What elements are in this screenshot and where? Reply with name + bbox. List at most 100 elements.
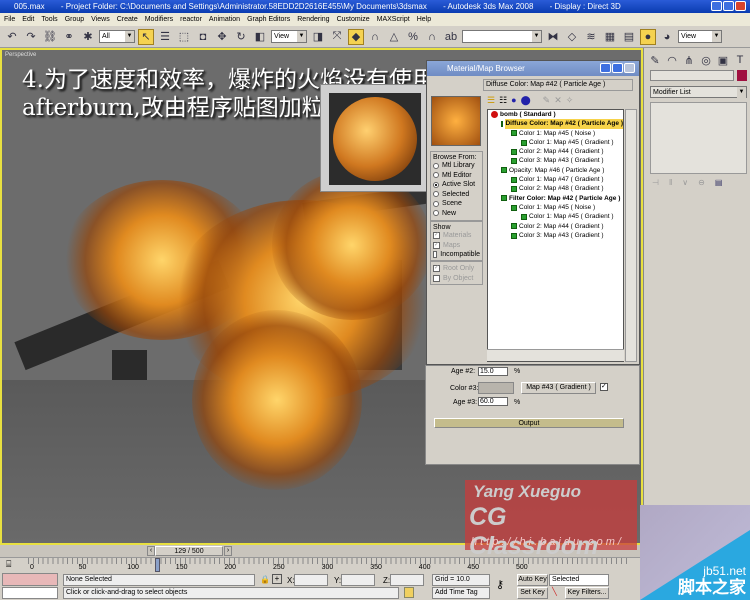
menu-customize[interactable]: Customize bbox=[337, 13, 370, 26]
view-list-icons-icon[interactable]: ☷ bbox=[499, 95, 507, 106]
tree-item[interactable]: Color 1: Map #45 ( Gradient ) bbox=[488, 138, 623, 147]
ref-coord-dropdown[interactable]: View bbox=[271, 30, 307, 43]
tree-item[interactable]: Color 3: Map #43 ( Gradient ) bbox=[488, 231, 623, 240]
large-icons-icon[interactable]: ⬤ bbox=[521, 95, 531, 106]
minimize-button[interactable] bbox=[711, 1, 722, 11]
menu-help[interactable]: Help bbox=[417, 13, 431, 26]
select-by-name-icon[interactable]: ☰ bbox=[157, 29, 173, 45]
menu-group[interactable]: Group bbox=[65, 13, 84, 26]
pivot-icon[interactable]: ◨ bbox=[310, 29, 326, 45]
z-coordinate-field[interactable] bbox=[390, 574, 424, 586]
checkbox[interactable]: By Object bbox=[433, 274, 480, 284]
add-time-tag[interactable]: Add Time Tag bbox=[432, 587, 490, 599]
radio-icon[interactable] bbox=[433, 191, 439, 198]
checkbox-icon[interactable]: ✓ bbox=[433, 265, 440, 273]
menu-graph-editors[interactable]: Graph Editors bbox=[247, 13, 290, 26]
tree-horizontal-scrollbar[interactable] bbox=[487, 349, 624, 361]
spinner-snap-icon[interactable]: ∩ bbox=[424, 29, 440, 45]
menu-animation[interactable]: Animation bbox=[209, 13, 240, 26]
map3-enable-checkbox[interactable]: ✓ bbox=[600, 383, 608, 391]
checkbox[interactable]: ✓ Root Only bbox=[433, 264, 480, 274]
prev-frame-button[interactable]: ‹ bbox=[147, 546, 155, 556]
tree-item[interactable]: Color 1: Map #45 ( Gradient ) bbox=[488, 212, 623, 221]
rect-selection-icon[interactable]: ⬚ bbox=[176, 29, 192, 45]
tree-item[interactable]: bomb ( Standard ) bbox=[488, 110, 623, 119]
browser-close-button[interactable] bbox=[624, 63, 635, 73]
radio-icon[interactable] bbox=[433, 200, 439, 207]
y-coordinate-field[interactable] bbox=[341, 574, 375, 586]
radio-icon[interactable] bbox=[433, 181, 439, 188]
track-bar[interactable]: ⌸ 0 50 100 150 200 250 300 350 400 450 500 bbox=[0, 557, 750, 573]
render-view-dropdown[interactable]: View bbox=[678, 30, 722, 43]
pin-stack-icon[interactable]: ⊣ bbox=[652, 178, 659, 187]
menu-modifiers[interactable]: Modifiers bbox=[145, 13, 173, 26]
keyboard-shortcut-icon[interactable]: ◆ bbox=[348, 28, 364, 45]
browse-from-radio[interactable]: Mtl Editor bbox=[433, 171, 480, 181]
tree-item[interactable]: Opacity: Map #46 ( Particle Age ) bbox=[488, 166, 623, 175]
manipulate-icon[interactable]: ⤧ bbox=[329, 29, 345, 45]
age3-spinner[interactable]: 60.0 bbox=[478, 397, 508, 406]
clear-icon[interactable]: ✧ bbox=[566, 95, 574, 106]
material-editor-icon[interactable]: ● bbox=[640, 28, 656, 45]
tree-item[interactable]: Color 2: Map #48 ( Gradient ) bbox=[488, 184, 623, 193]
utilities-tab-icon[interactable]: T bbox=[732, 52, 748, 68]
default-tangent-icon[interactable]: ╲ bbox=[552, 587, 557, 596]
create-tab-icon[interactable]: ✎ bbox=[647, 52, 663, 68]
radio-icon[interactable] bbox=[433, 172, 439, 179]
percent-snap-icon[interactable]: % bbox=[405, 29, 421, 45]
tree-item[interactable]: Filter Color: Map #42 ( Particle Age ) bbox=[488, 194, 623, 203]
make-unique-icon[interactable]: ∨ bbox=[682, 178, 688, 187]
object-color-swatch[interactable] bbox=[737, 70, 747, 81]
hierarchy-tab-icon[interactable]: ⋔ bbox=[681, 52, 697, 68]
map3-button[interactable]: Map #43 ( Gradient ) bbox=[521, 382, 596, 394]
close-button[interactable] bbox=[735, 1, 746, 11]
update-scene-icon[interactable]: ✎ bbox=[543, 95, 551, 106]
remove-modifier-icon[interactable]: ⊖ bbox=[698, 178, 705, 187]
menu-create[interactable]: Create bbox=[117, 13, 138, 26]
object-name-field[interactable] bbox=[650, 70, 734, 81]
color3-swatch[interactable] bbox=[478, 382, 514, 394]
browse-from-radio[interactable]: Selected bbox=[433, 190, 480, 200]
select-object-icon[interactable]: ↖ bbox=[138, 28, 154, 45]
checkbox[interactable]: ✓ Maps bbox=[433, 241, 480, 251]
current-frame-marker[interactable] bbox=[155, 558, 161, 572]
modify-tab-icon[interactable]: ◠ bbox=[664, 52, 680, 68]
checkbox-icon[interactable] bbox=[433, 251, 438, 259]
menu-file[interactable]: File bbox=[4, 13, 15, 26]
motion-tab-icon[interactable]: ◎ bbox=[698, 52, 714, 68]
checkbox[interactable]: ✓ Materials bbox=[433, 231, 480, 241]
mirror-icon[interactable]: ⧓ bbox=[545, 29, 561, 45]
output-rollout[interactable]: Output bbox=[434, 418, 624, 428]
menu-tools[interactable]: Tools bbox=[41, 13, 57, 26]
modifier-list-dropdown[interactable]: Modifier List bbox=[650, 86, 747, 98]
absolute-mode-icon[interactable]: + bbox=[272, 574, 282, 584]
menu-views[interactable]: Views bbox=[91, 13, 110, 26]
checkbox-icon[interactable]: ✓ bbox=[433, 232, 440, 240]
mini-curve-editor-icon[interactable]: ⌸ bbox=[6, 559, 11, 570]
tree-item[interactable]: Color 1: Map #45 ( Noise ) bbox=[488, 203, 623, 212]
small-icons-icon[interactable]: ● bbox=[511, 95, 516, 106]
key-filters-button[interactable]: Key Filters... bbox=[565, 587, 609, 599]
named-selection-dropdown[interactable] bbox=[462, 30, 542, 43]
maximize-button[interactable] bbox=[723, 1, 734, 11]
selection-lock-icon[interactable] bbox=[404, 587, 414, 598]
tree-item[interactable]: Color 2: Map #44 ( Gradient ) bbox=[488, 147, 623, 156]
time-slider-thumb[interactable]: 129 / 500 bbox=[155, 546, 223, 556]
checkbox[interactable]: Incompatible bbox=[433, 250, 480, 260]
tree-vertical-scrollbar[interactable] bbox=[625, 109, 637, 362]
bind-spacewarp-icon[interactable]: ✱ bbox=[80, 29, 96, 45]
maxscript-listener-white[interactable] bbox=[2, 587, 58, 599]
lock-selection-icon[interactable]: 🔒 bbox=[260, 575, 270, 584]
redo-icon[interactable]: ↷ bbox=[23, 29, 39, 45]
tree-item[interactable]: Color 1: Map #45 ( Noise ) bbox=[488, 129, 623, 138]
auto-key-button[interactable]: Auto Key bbox=[517, 574, 548, 586]
menu-reactor[interactable]: reactor bbox=[180, 13, 202, 26]
browse-from-radio[interactable]: Active Slot bbox=[433, 180, 480, 190]
snap-icon[interactable]: ∩ bbox=[367, 29, 383, 45]
age2-spinner[interactable]: 15.0 bbox=[478, 367, 508, 376]
scale-icon[interactable]: ◧ bbox=[252, 29, 268, 45]
tree-item[interactable]: Color 2: Map #44 ( Gradient ) bbox=[488, 222, 623, 231]
viewport-label[interactable]: Perspective bbox=[5, 52, 36, 58]
angle-snap-icon[interactable]: △ bbox=[386, 29, 402, 45]
map-tree[interactable]: bomb ( Standard ) Diffuse Color: Map #42 … bbox=[487, 109, 624, 362]
